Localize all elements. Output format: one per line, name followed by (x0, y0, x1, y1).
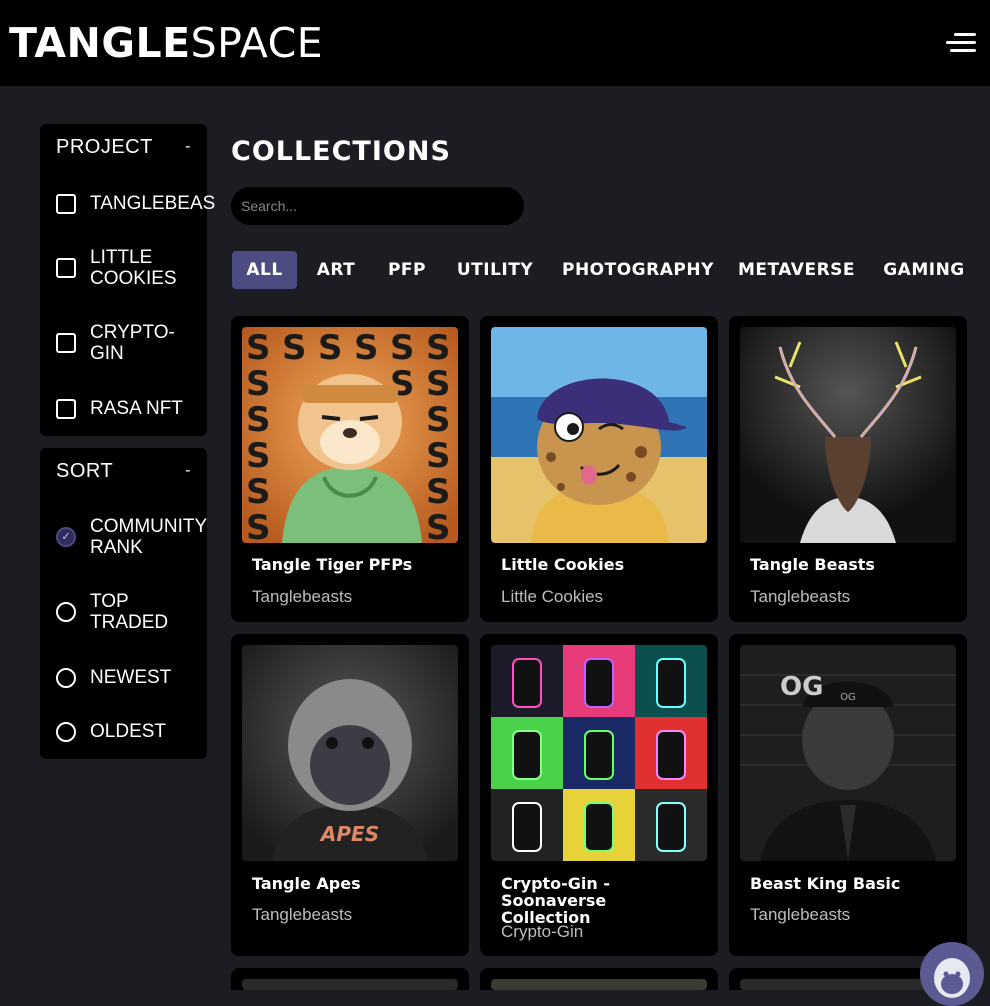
checkbox[interactable] (56, 193, 76, 214)
sort-option-oldest[interactable]: OLDEST (56, 721, 166, 742)
filter-utility[interactable]: UTILITY (456, 251, 534, 289)
svg-text:S: S (426, 364, 451, 404)
logo-bold: TANGLE (9, 18, 191, 67)
collection-name: Tangle Apes (252, 874, 361, 893)
collection-image (491, 645, 707, 861)
checkbox[interactable] (56, 333, 76, 353)
svg-text:S: S (426, 400, 451, 440)
collection-image (491, 327, 707, 543)
collection-card-tangle-tiger-pfps[interactable]: SSSSSS SSS SS SS SS SS Tangle Tiger PFPs… (231, 316, 469, 622)
svg-text:OG: OG (840, 692, 856, 703)
collection-name: Crypto-Gin - Soonaverse Collection (501, 874, 611, 927)
logo-light: SPACE (190, 18, 324, 67)
collection-creator: Tanglebeasts (750, 587, 851, 606)
collapse-toggle[interactable]: - (185, 462, 191, 480)
svg-text:S: S (282, 328, 307, 368)
svg-text:S: S (390, 328, 415, 368)
project-option-crypto-gin[interactable]: CRYPTO-GIN (56, 322, 175, 364)
collapse-toggle[interactable]: - (185, 138, 191, 156)
svg-text:S: S (246, 508, 271, 543)
collection-name: Beast King Basic (750, 874, 901, 893)
radio-button[interactable] (56, 721, 76, 742)
svg-text:APES: APES (319, 822, 379, 846)
svg-text:S: S (318, 328, 343, 368)
collection-creator: Tanglebeasts (750, 905, 851, 924)
collection-creator: Tanglebeasts (252, 587, 353, 606)
checkbox[interactable] (56, 258, 76, 278)
sort-option-label: TOP TRADED (90, 591, 169, 633)
svg-text:S: S (426, 472, 451, 512)
collection-card-beast-king-basic[interactable]: OG OG Beast King Basic Tanglebeasts (729, 634, 967, 956)
collection-card-little-cookies[interactable]: Little Cookies Little Cookies (480, 316, 718, 622)
project-filter-panel: PROJECT - TANGLEBEAS LITTLE COOKIES CRYP… (40, 124, 215, 436)
menu-icon[interactable] (944, 31, 976, 55)
sort-option-top-traded[interactable]: TOP TRADED (56, 591, 176, 633)
radio-checked-icon[interactable]: ✓ (56, 527, 76, 547)
svg-text:S: S (426, 436, 451, 476)
project-option-rasa-nft[interactable]: RASA NFT (56, 398, 183, 419)
sort-option-label: NEWEST (90, 667, 172, 688)
page-title: COLLECTIONS (231, 136, 451, 167)
logo[interactable]: TANGLESPACE (9, 22, 323, 64)
sort-option-label: OLDEST (90, 721, 167, 742)
project-option-label: TANGLEBEAS (90, 193, 216, 214)
sort-option-community-rank[interactable]: ✓ COMMUNITY RANK (56, 516, 207, 558)
project-option-label: RASA NFT (90, 398, 183, 419)
filter-art[interactable]: ART (312, 251, 360, 289)
svg-text:S: S (246, 400, 271, 440)
collection-image (491, 979, 707, 990)
collection-image: APES (242, 645, 458, 861)
filter-metaverse[interactable]: METAVERSE (738, 251, 855, 289)
collection-name: Tangle Beasts (750, 555, 875, 574)
sort-option-newest[interactable]: NEWEST (56, 667, 171, 688)
project-option-little-cookies[interactable]: LITTLE COOKIES (56, 247, 186, 289)
project-option-label: CRYPTO-GIN (90, 322, 175, 364)
filter-gaming[interactable]: GAMING (882, 251, 966, 289)
svg-text:S: S (354, 328, 379, 368)
ape-avatar-icon[interactable] (920, 942, 984, 1006)
collection-image (740, 327, 956, 543)
radio-button[interactable] (56, 667, 76, 688)
collection-card[interactable] (231, 968, 469, 990)
collection-image (242, 979, 458, 990)
collection-card-tangle-apes[interactable]: APES Tangle Apes Tanglebeasts (231, 634, 469, 956)
collection-card[interactable] (480, 968, 718, 990)
project-option-tanglebeasts[interactable]: TANGLEBEAS (56, 193, 215, 214)
svg-text:S: S (426, 328, 451, 368)
project-panel-header[interactable]: PROJECT - (40, 124, 207, 170)
svg-text:S: S (246, 328, 271, 368)
project-panel-title: PROJECT (56, 135, 153, 158)
sort-panel-title: SORT (56, 459, 114, 482)
top-bar: TANGLESPACE (0, 0, 990, 86)
svg-text:S: S (246, 364, 271, 404)
sort-panel: SORT - ✓ COMMUNITY RANK TOP TRADED NEWES… (40, 448, 207, 759)
filter-photography[interactable]: PHOTOGRAPHY (562, 251, 713, 289)
svg-text:S: S (246, 472, 271, 512)
collection-card-tangle-beasts[interactable]: Tangle Beasts Tanglebeasts (729, 316, 967, 622)
checkbox[interactable] (56, 398, 76, 419)
radio-button[interactable] (56, 602, 76, 622)
sort-panel-header[interactable]: SORT - (40, 448, 207, 494)
project-option-label: LITTLE COOKIES (90, 247, 177, 289)
collection-name: Little Cookies (501, 555, 625, 574)
filter-pfp[interactable]: PFP (384, 251, 430, 289)
collection-creator: Crypto-Gin (501, 922, 584, 941)
svg-text:S: S (246, 436, 271, 476)
collection-creator: Little Cookies (501, 587, 604, 606)
collection-name: Tangle Tiger PFPs (252, 555, 413, 574)
collection-image: SSSSSS SSS SS SS SS SS (242, 327, 458, 543)
svg-text:S: S (426, 508, 451, 543)
svg-text:OG: OG (780, 672, 823, 702)
collection-card-crypto-gin[interactable]: Crypto-Gin - Soonaverse Collection Crypt… (480, 634, 718, 956)
collection-creator: Tanglebeasts (252, 905, 353, 924)
filter-all[interactable]: ALL (232, 251, 297, 289)
collection-image: OG OG (740, 645, 956, 861)
search-input[interactable] (231, 187, 524, 225)
sort-option-label: COMMUNITY RANK (90, 516, 207, 558)
